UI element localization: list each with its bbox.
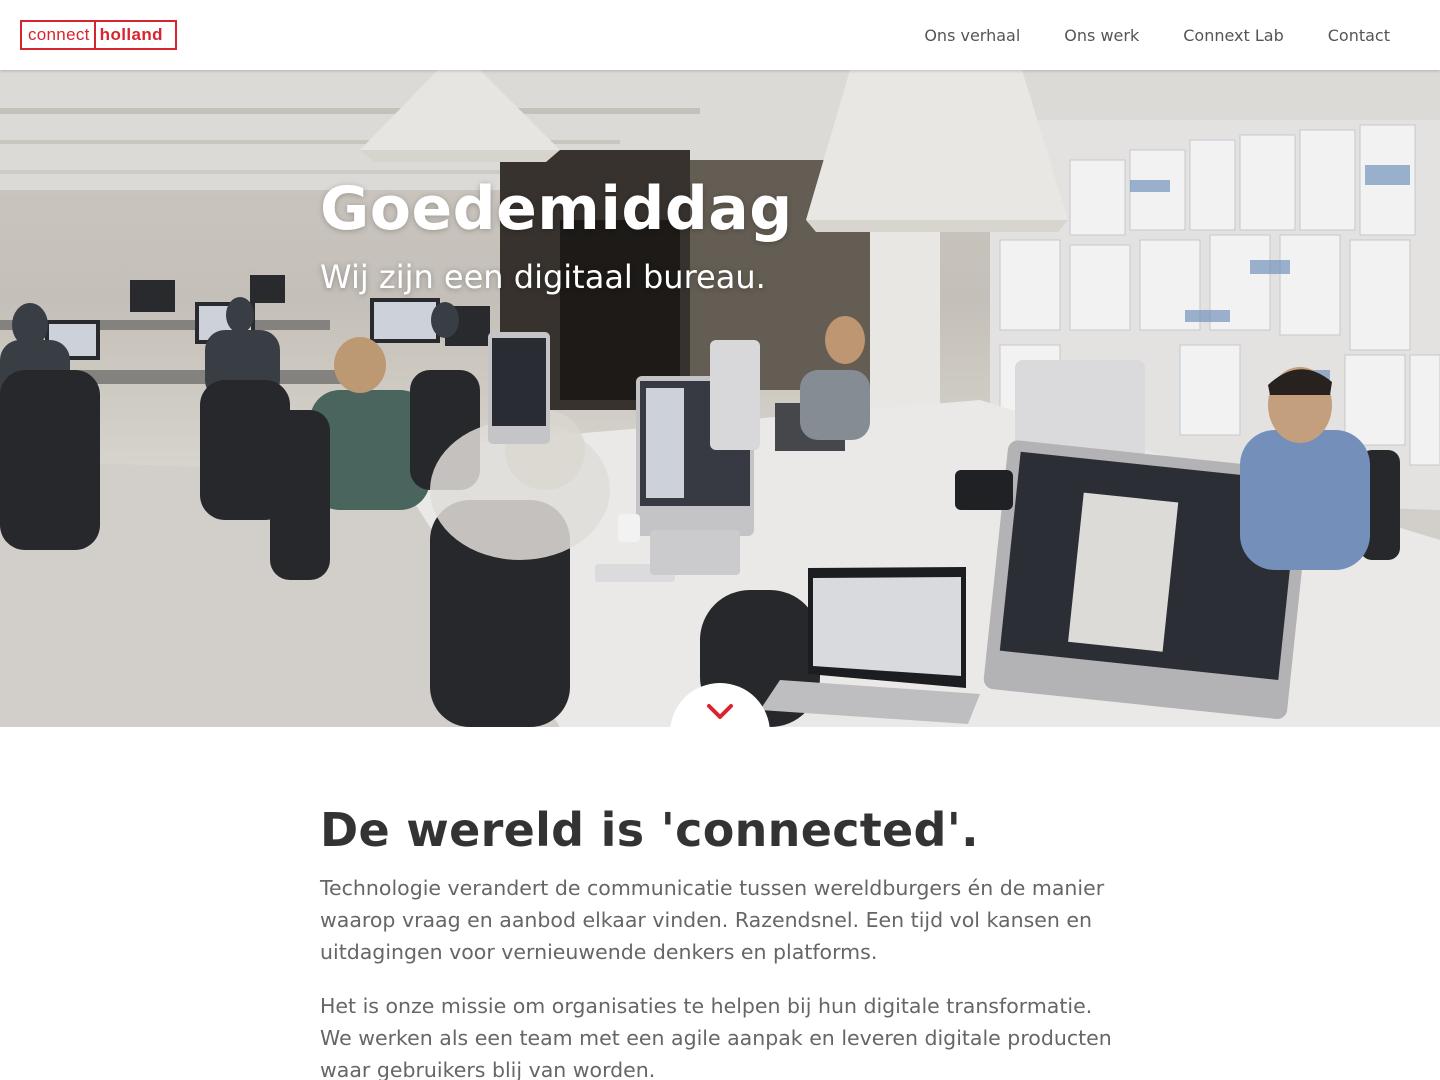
hero-section: Goedemiddag Wij zijn een digitaal bureau…: [0, 70, 1440, 727]
nav-link-contact[interactable]: Contact: [1328, 26, 1390, 45]
nav-link-ons-verhaal[interactable]: Ons verhaal: [924, 26, 1020, 45]
hero-subtitle: Wij zijn een digitaal bureau.: [320, 258, 766, 296]
main-nav: Ons verhaal Ons werk Connext Lab Contact: [924, 0, 1390, 70]
intro-paragraph-2: Het is onze missie om organisaties te he…: [320, 994, 1112, 1080]
chevron-down-icon: [707, 704, 733, 719]
intro-section: De wereld is 'connected'. Technologie ve…: [320, 800, 1120, 1080]
logo-text-holland: holland: [93, 22, 175, 48]
office-workspace-photo: [0, 70, 1440, 727]
scroll-down-button[interactable]: [670, 683, 770, 783]
nav-link-ons-werk[interactable]: Ons werk: [1064, 26, 1139, 45]
connect-holland-logo[interactable]: connect holland: [20, 20, 177, 50]
nav-link-connext-lab[interactable]: Connext Lab: [1183, 26, 1284, 45]
intro-heading: De wereld is 'connected'.: [320, 803, 979, 857]
logo-text-connect: connect: [28, 25, 90, 44]
site-header: connect holland Ons verhaal Ons werk Con…: [0, 0, 1440, 70]
hero-title: Goedemiddag: [320, 174, 793, 244]
intro-paragraph-1: Technologie verandert de communicatie tu…: [320, 876, 1105, 964]
